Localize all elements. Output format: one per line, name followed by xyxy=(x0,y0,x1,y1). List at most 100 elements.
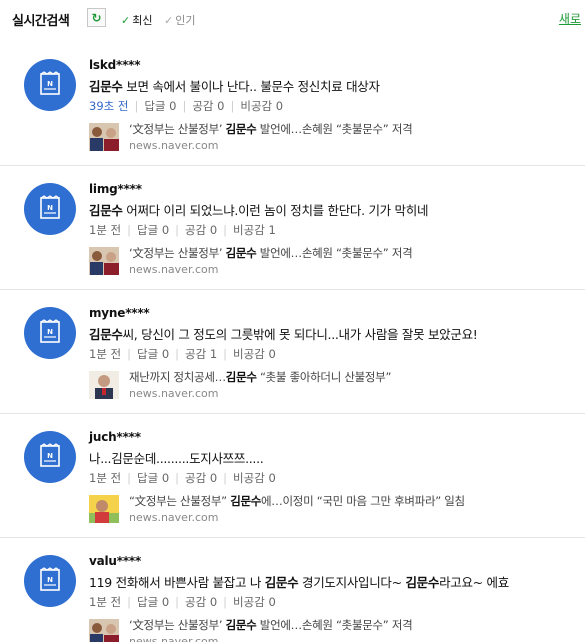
article-thumbnail xyxy=(89,495,119,523)
comment-meta: 39초 전 | 답글 0 | 공감 0 | 비공감 0 xyxy=(89,98,283,114)
article-thumbnail xyxy=(89,247,119,275)
divider: | xyxy=(175,223,180,237)
dislike-count-button[interactable]: 비공감 1 xyxy=(233,223,276,237)
comment-meta: 1분 전 | 답글 0 | 공감 0 | 비공감 0 xyxy=(89,470,276,486)
divider: | xyxy=(223,595,228,609)
comment-time: 1분 전 xyxy=(89,595,122,609)
username[interactable]: lskd**** xyxy=(89,58,141,72)
article-source: news.naver.com xyxy=(129,263,219,276)
divider: | xyxy=(127,347,132,361)
svg-text:N: N xyxy=(47,80,53,88)
article-title: ‘文정부는 산불정부’ 김문수 발언에…손혜원 “촛불문수” 저격 xyxy=(129,122,413,136)
news-icon: N xyxy=(37,70,63,100)
article-thumbnail xyxy=(89,371,119,399)
comment-item: Nlskd**** 김문수 보면 속에서 불이나 난다.. 불문수 정신치료 대상… xyxy=(0,43,585,167)
svg-text:N: N xyxy=(47,576,53,584)
divider: | xyxy=(223,347,228,361)
comment-text: 김문수 보면 속에서 불이나 난다.. 불문수 정신치료 대상자 xyxy=(89,79,380,94)
divider: | xyxy=(223,471,228,485)
top-bar: 실시간검색 ↻ ✓ 최신 ✓ 인기 새로 xyxy=(0,0,585,40)
news-icon: N xyxy=(37,318,63,348)
reply-count-button[interactable]: 답글 0 xyxy=(137,595,169,609)
comment-time: 1분 전 xyxy=(89,471,122,485)
article-title: “文정부는 산불정부” 김문수에…이정미 “국민 마음 그만 후벼파라” 일침 xyxy=(129,494,465,508)
article-link[interactable]: ‘文정부는 산불정부’ 김문수 발언에…손혜원 “촛불문수” 저격 news.na… xyxy=(89,121,569,153)
comment-text: 김문수 어쩌다 이리 되었느냐.이런 놈이 정치를 한단다. 기가 막히네 xyxy=(89,203,429,218)
article-title: 재난까지 정치공세…김문수 “촛불 좋아하더니 산불정부” xyxy=(129,370,392,384)
like-count-button[interactable]: 공감 0 xyxy=(185,595,217,609)
user-avatar[interactable]: N xyxy=(24,431,76,483)
divider: | xyxy=(175,595,180,609)
new-posts-link[interactable]: 새로 xyxy=(559,10,581,27)
reply-count-button[interactable]: 답글 0 xyxy=(137,347,169,361)
divider: | xyxy=(223,223,228,237)
article-thumbnail xyxy=(89,619,119,642)
article-thumbnail xyxy=(89,123,119,151)
refresh-icon: ↻ xyxy=(91,10,102,25)
dislike-count-button[interactable]: 비공감 0 xyxy=(240,99,283,113)
like-count-button[interactable]: 공감 0 xyxy=(185,223,217,237)
news-icon: N xyxy=(37,442,63,472)
user-avatar[interactable]: N xyxy=(24,59,76,111)
check-icon: ✓ xyxy=(164,14,174,27)
comment-item: Njuch**** 나...김문순데.........도지사쯔쯔..... 1분 전… xyxy=(0,415,585,539)
like-count-button[interactable]: 공감 0 xyxy=(185,471,217,485)
item-divider xyxy=(0,289,585,290)
user-avatar[interactable]: N xyxy=(24,555,76,607)
comment-item: Nmyne**** 김문수씨, 당신이 그 정도의 그릇밖에 못 되다니...내가… xyxy=(0,291,585,415)
news-icon: N xyxy=(37,194,63,224)
sort-latest-tab[interactable]: ✓ 최신 xyxy=(121,12,152,28)
comment-text: 나...김문순데.........도지사쯔쯔..... xyxy=(89,451,264,466)
divider: | xyxy=(127,223,132,237)
username[interactable]: valu**** xyxy=(89,554,141,568)
item-divider xyxy=(0,537,585,538)
comment-time: 1분 전 xyxy=(89,347,122,361)
comment-time: 1분 전 xyxy=(89,223,122,237)
comment-meta: 1분 전 | 답글 0 | 공감 1 | 비공감 0 xyxy=(89,346,276,362)
page-title: 실시간검색 xyxy=(12,14,70,29)
reply-count-button[interactable]: 답글 0 xyxy=(137,223,169,237)
like-count-button[interactable]: 공감 1 xyxy=(185,347,217,361)
divider: | xyxy=(175,471,180,485)
divider: | xyxy=(182,99,187,113)
username[interactable]: limg**** xyxy=(89,182,142,196)
divider: | xyxy=(127,471,132,485)
like-count-button[interactable]: 공감 0 xyxy=(192,99,224,113)
reply-count-button[interactable]: 답글 0 xyxy=(137,471,169,485)
reply-count-button[interactable]: 답글 0 xyxy=(144,99,176,113)
sort-popular-tab[interactable]: ✓ 인기 xyxy=(164,12,195,28)
comment-meta: 1분 전 | 답글 0 | 공감 0 | 비공감 1 xyxy=(89,222,276,238)
svg-text:N: N xyxy=(47,204,53,212)
dislike-count-button[interactable]: 비공감 0 xyxy=(233,471,276,485)
divider: | xyxy=(134,99,139,113)
comment-text: 김문수씨, 당신이 그 정도의 그릇밖에 못 되다니...내가 사람을 잘못 보… xyxy=(89,327,478,342)
article-source: news.naver.com xyxy=(129,387,219,400)
article-source: news.naver.com xyxy=(129,635,219,642)
article-link[interactable]: 재난까지 정치공세…김문수 “촛불 좋아하더니 산불정부” news.naver.… xyxy=(89,369,569,401)
article-title: ‘文정부는 산불정부’ 김문수 발언에…손혜원 “촛불문수” 저격 xyxy=(129,246,413,260)
check-icon: ✓ xyxy=(121,14,131,27)
divider: | xyxy=(175,347,180,361)
username[interactable]: myne**** xyxy=(89,306,150,320)
comment-item: Nlimg**** 김문수 어쩌다 이리 되었느냐.이런 놈이 정치를 한단다. … xyxy=(0,167,585,291)
item-divider xyxy=(0,165,585,166)
news-icon: N xyxy=(37,566,63,596)
comment-time: 39초 전 xyxy=(89,99,129,113)
refresh-button[interactable]: ↻ xyxy=(87,8,106,27)
user-avatar[interactable]: N xyxy=(24,183,76,235)
username[interactable]: juch**** xyxy=(89,430,141,444)
comment-text: 119 전화해서 바쁜사람 붙잡고 나 김문수 경기도지사입니다~ 김문수라고요… xyxy=(89,575,509,590)
article-link[interactable]: ‘文정부는 산불정부’ 김문수 발언에…손혜원 “촛불문수” 저격 news.na… xyxy=(89,245,569,277)
divider: | xyxy=(127,595,132,609)
article-link[interactable]: “文정부는 산불정부” 김문수에…이정미 “국민 마음 그만 후벼파라” 일침 n… xyxy=(89,493,569,525)
svg-text:N: N xyxy=(47,452,53,460)
dislike-count-button[interactable]: 비공감 0 xyxy=(233,347,276,361)
article-link[interactable]: ‘文정부는 산불정부’ 김문수 발언에…손혜원 “촛불문수” 저격 news.na… xyxy=(89,617,569,642)
sort-latest-label: 최신 xyxy=(132,14,153,27)
user-avatar[interactable]: N xyxy=(24,307,76,359)
dislike-count-button[interactable]: 비공감 0 xyxy=(233,595,276,609)
svg-text:N: N xyxy=(47,328,53,336)
article-source: news.naver.com xyxy=(129,511,219,524)
article-title: ‘文정부는 산불정부’ 김문수 발언에…손혜원 “촛불문수” 저격 xyxy=(129,618,413,632)
comment-item: Nvalu**** 119 전화해서 바쁜사람 붙잡고 나 김문수 경기도지사입니… xyxy=(0,539,585,642)
